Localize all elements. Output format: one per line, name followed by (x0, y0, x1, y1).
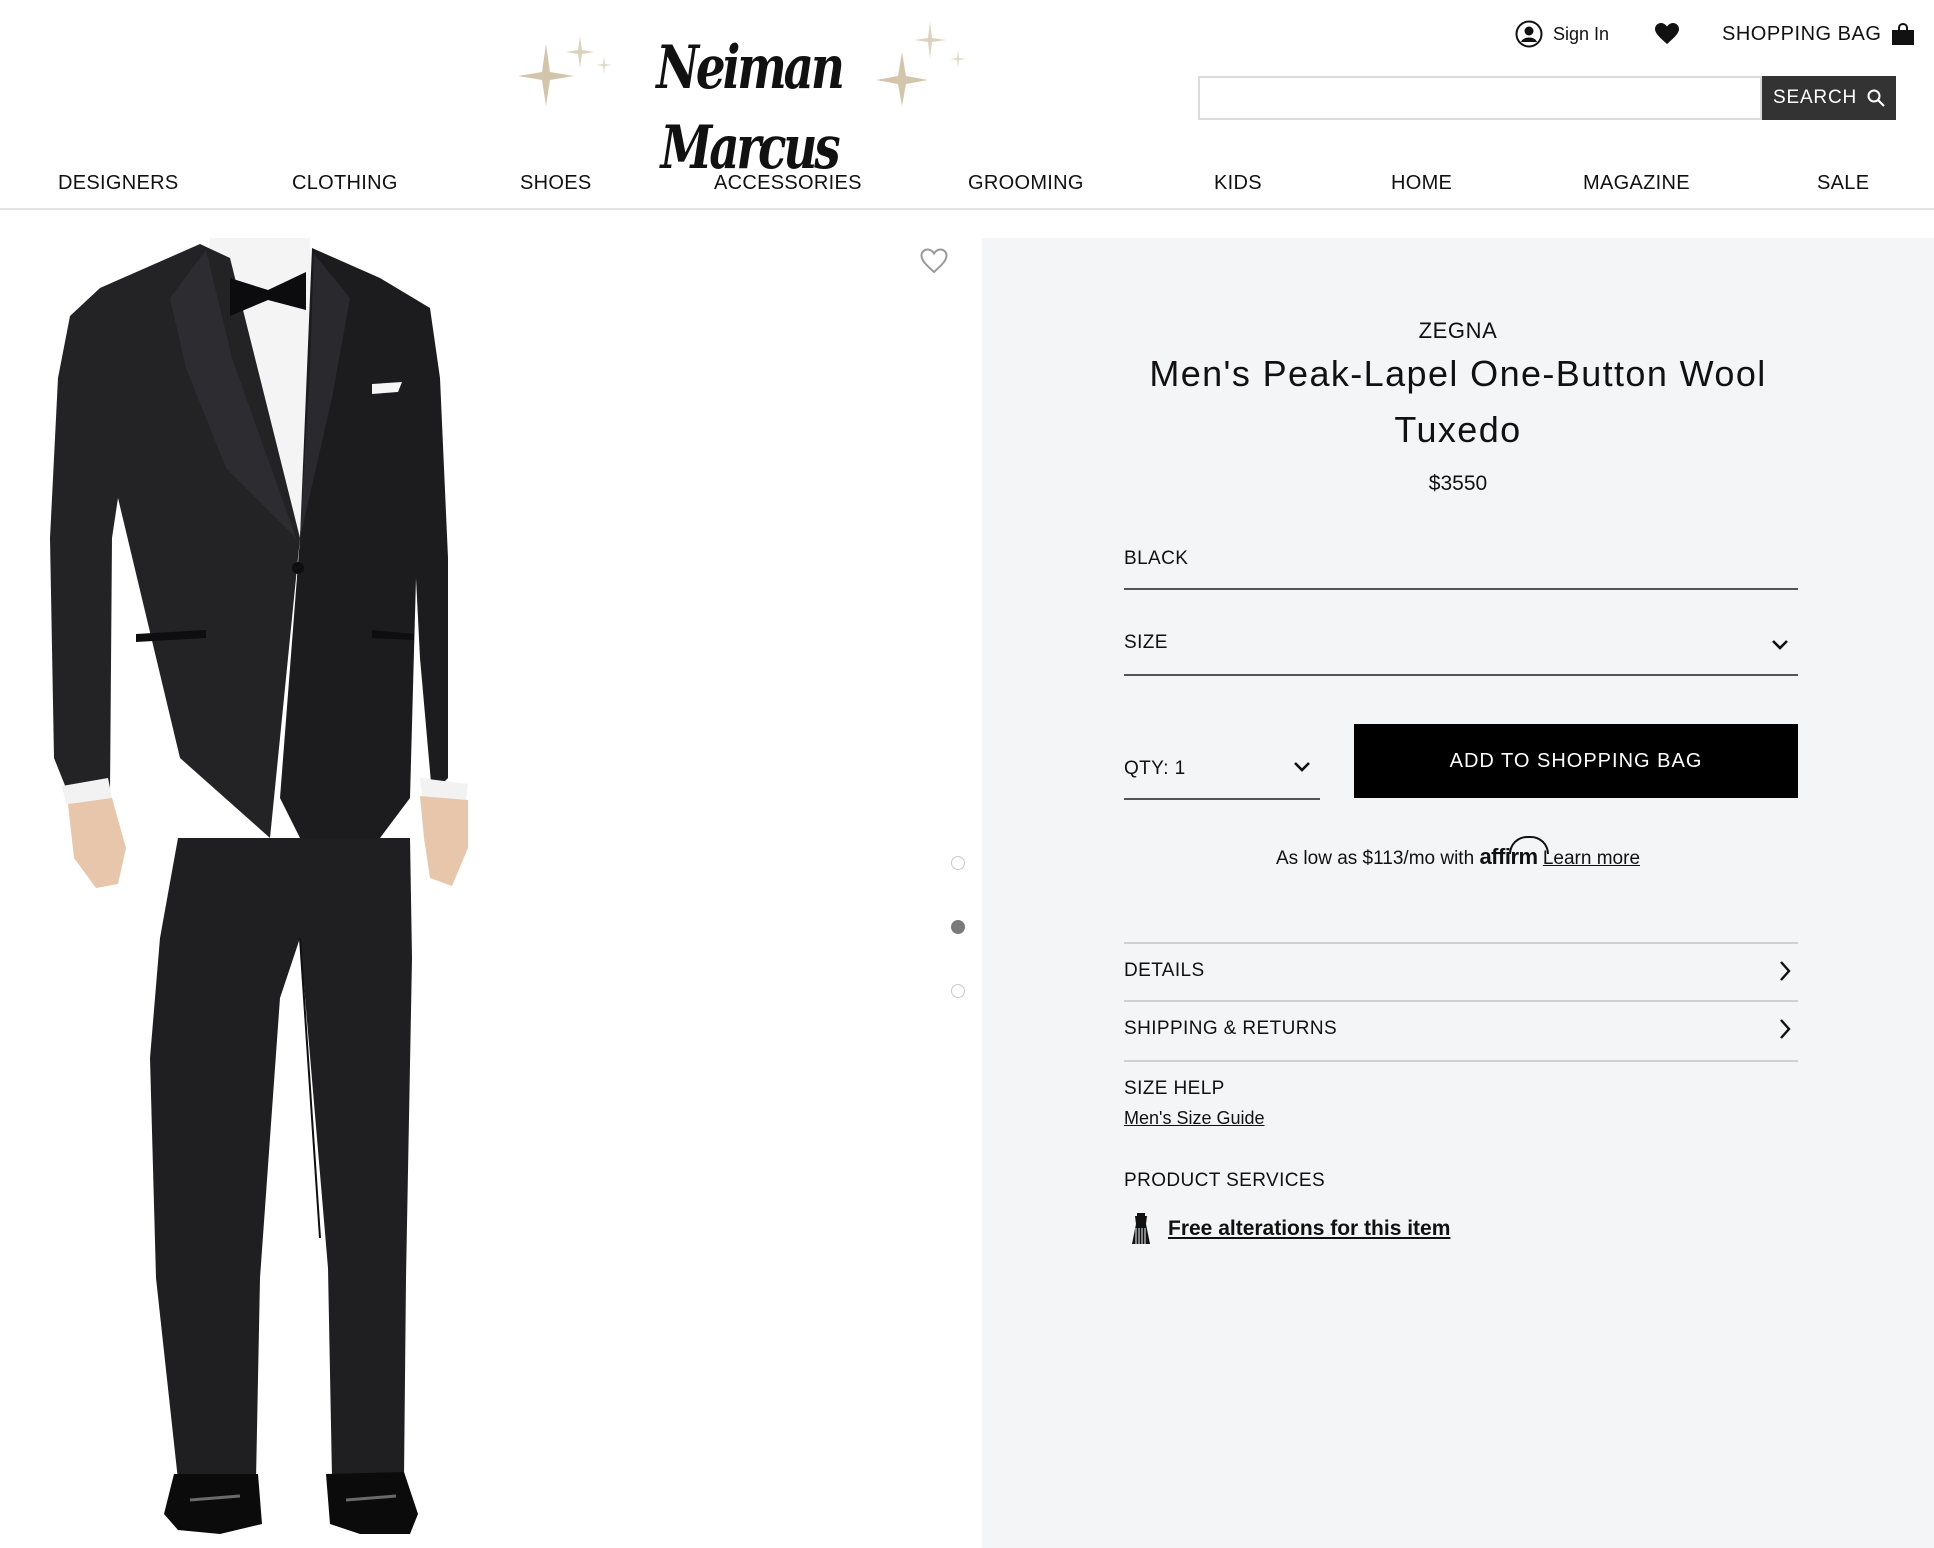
heart-filled-icon (1655, 23, 1679, 44)
site-header: Neiman Marcus Sign In SHOPPING BAG SEARC… (0, 0, 1934, 210)
search-button[interactable]: SEARCH (1762, 76, 1896, 120)
chevron-down-icon (1294, 762, 1310, 772)
sign-in-link[interactable]: Sign In (1515, 16, 1609, 52)
user-icon (1515, 20, 1543, 48)
nav-item-home[interactable]: HOME (1391, 172, 1452, 195)
product-brand[interactable]: ZEGNA (982, 318, 1934, 344)
free-alterations-label: Free alterations for this item (1168, 1217, 1451, 1240)
shipping-returns-label: SHIPPING & RETURNS (1124, 1018, 1338, 1039)
nav-item-sale[interactable]: SALE (1817, 172, 1869, 195)
image-dot-3[interactable] (951, 984, 965, 998)
add-to-shopping-bag-button[interactable]: ADD TO SHOPPING BAG (1354, 724, 1798, 798)
product-price: $3550 (1428, 472, 1488, 495)
affirm-text: As low as $113/mo with (1275, 848, 1475, 869)
shopping-bag-link[interactable]: SHOPPING BAG (1722, 16, 1915, 52)
neiman-marcus-logo[interactable]: Neiman Marcus (508, 14, 978, 183)
details-accordion[interactable]: DETAILS (1124, 942, 1798, 1000)
nav-item-designers[interactable]: DESIGNERS (58, 172, 179, 195)
search-input[interactable] (1198, 76, 1762, 120)
nav-item-accessories[interactable]: ACCESSORIES (714, 172, 862, 195)
size-label: SIZE (1124, 632, 1168, 653)
size-help-heading: SIZE HELP (1124, 1078, 1225, 1099)
quantity-label: QTY: 1 (1124, 758, 1186, 779)
affirm-learn-more-link[interactable]: Learn more (1543, 848, 1640, 869)
sign-in-label: Sign In (1553, 23, 1610, 44)
product-title: Men's Peak-Lapel One-Button Wool Tuxedo (1149, 353, 1767, 450)
nav-item-kids[interactable]: KIDS (1214, 172, 1262, 195)
chevron-down-icon (1772, 640, 1788, 650)
accordion-divider (1124, 1060, 1798, 1062)
affirm-financing: As low as $113/mo with affirm Learn more (982, 844, 1934, 870)
main-navigation: DESIGNERS CLOTHING SHOES ACCESSORIES GRO… (0, 166, 1934, 206)
nav-item-grooming[interactable]: GROOMING (968, 172, 1084, 195)
shopping-bag-label: SHOPPING BAG (1722, 22, 1882, 45)
shipping-returns-accordion[interactable]: SHIPPING & RETURNS (1124, 1000, 1798, 1058)
affirm-logo: affirm (1479, 844, 1538, 869)
image-dot-2[interactable] (951, 920, 965, 934)
selected-color: BLACK (1124, 548, 1189, 569)
chevron-right-icon (1780, 1019, 1791, 1039)
add-to-favorites-icon[interactable] (920, 248, 948, 276)
product-info-panel: ZEGNA Men's Peak-Lapel One-Button Wool T… (982, 238, 1934, 1548)
shopping-bag-icon (1892, 22, 1915, 45)
details-label: DETAILS (1124, 960, 1205, 981)
product-services-heading: PRODUCT SERVICES (1124, 1170, 1326, 1191)
mens-size-guide-link[interactable]: Men's Size Guide (1124, 1108, 1265, 1129)
free-alterations-link[interactable]: Free alterations for this item (1130, 1212, 1450, 1246)
quantity-dropdown[interactable]: QTY: 1 (1124, 758, 1320, 800)
color-selector[interactable]: BLACK (1124, 548, 1798, 590)
logo-wordmark: Neiman Marcus (656, 33, 845, 183)
nav-item-shoes[interactable]: SHOES (520, 172, 592, 195)
nav-item-clothing[interactable]: CLOTHING (292, 172, 398, 195)
product-image[interactable] (0, 238, 520, 1548)
nav-item-magazine[interactable]: MAGAZINE (1583, 172, 1690, 195)
chevron-right-icon (1780, 961, 1791, 981)
search-button-label: SEARCH (1773, 87, 1857, 108)
image-dot-1[interactable] (951, 856, 965, 870)
search-icon (1867, 89, 1885, 107)
size-dropdown[interactable]: SIZE (1124, 632, 1798, 676)
dress-form-icon (1132, 1213, 1150, 1244)
wishlist-button[interactable] (1655, 16, 1679, 52)
tuxedo-model-illustration (50, 238, 468, 1534)
